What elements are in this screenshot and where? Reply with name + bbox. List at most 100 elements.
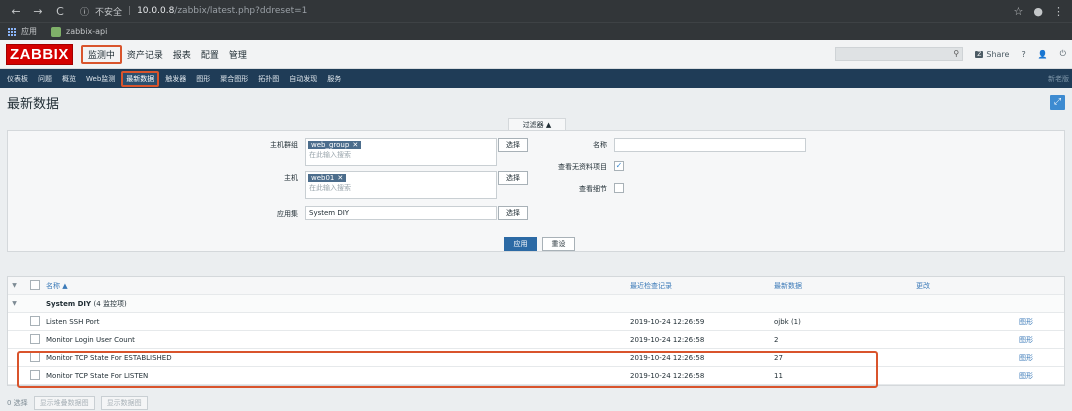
row-checkbox[interactable] — [30, 334, 40, 344]
host-group-multiselect[interactable]: web_group ✕ 在此输入搜索 — [305, 138, 497, 166]
highlight-annotation — [17, 351, 878, 388]
item-last-value: 2 — [774, 335, 779, 344]
submenu-maps[interactable]: 拓扑图 — [254, 72, 283, 86]
host-group-placeholder: 在此输入搜索 — [309, 151, 351, 159]
menu-kebab-icon[interactable]: ⋮ — [1053, 5, 1064, 18]
group-name: System DIY (4 监控项) — [46, 299, 127, 308]
group-expand-icon[interactable]: ▼ — [8, 300, 21, 307]
bookmark-star-icon[interactable]: ☆ — [1014, 5, 1024, 18]
submenu-overview[interactable]: 概览 — [58, 72, 80, 86]
name-label: 名称 — [593, 141, 607, 149]
user-profile-icon[interactable]: 👤 — [1038, 50, 1048, 59]
header-name[interactable]: 名称 ▲ — [46, 281, 68, 291]
item-graph-link[interactable]: 图形 — [1019, 371, 1033, 381]
submenu-services[interactable]: 服务 — [323, 72, 345, 86]
application-label: 应用集 — [277, 210, 298, 218]
remove-tag-icon: ✕ — [337, 174, 344, 182]
item-name: Monitor Login User Count — [46, 335, 135, 344]
bookmark-zabbix-api[interactable]: zabbix-api — [51, 26, 108, 37]
reload-icon[interactable]: C — [52, 5, 68, 18]
browser-toolbar: ← → C ⓘ 不安全 | 10.0.0.8 /zabbix/latest.ph… — [0, 0, 1072, 22]
selected-count: 0 选择 — [7, 399, 28, 407]
submenu-discovery[interactable]: 自动发现 — [285, 72, 321, 86]
share-icon: Z — [975, 50, 984, 58]
zabbix-header: ZABBIX 监测中 资产记录 报表 配置 管理 ⚲ Z Share ? 👤 ⏻ — [0, 40, 1072, 69]
share-label: Share — [986, 49, 1010, 59]
url-path: /zabbix/latest.php?ddreset=1 — [174, 6, 308, 16]
sub-menu: 仪表板 问题 概览 Web监测 最新数据 触发器 图形 聚合图形 拓扑图 自动发… — [0, 69, 1072, 88]
insecure-label: 不安全 — [95, 7, 123, 18]
application-group-row[interactable]: ▼ System DIY (4 监控项) — [8, 295, 1064, 313]
bookmark-zabbix-api-label: zabbix-api — [66, 27, 108, 36]
submenu-dashboard[interactable]: 仪表板 — [3, 72, 32, 86]
apply-button[interactable]: 应用 — [504, 237, 537, 251]
profile-icon[interactable]: ● — [1033, 5, 1043, 18]
host-group-tag[interactable]: web_group ✕ — [308, 141, 362, 149]
submenu-right-link[interactable]: 新老版 — [1048, 74, 1069, 84]
url-separator: | — [128, 6, 132, 16]
show-no-data-checkbox[interactable]: ✓ — [614, 161, 624, 171]
host-select-button[interactable]: 选择 — [498, 171, 528, 185]
submenu-problems[interactable]: 问题 — [34, 72, 56, 86]
fullscreen-icon[interactable]: ⤢ — [1050, 94, 1065, 110]
table-row: Monitor Login User Count 2019-10-24 12:2… — [8, 331, 1064, 349]
show-details-label: 查看细节 — [579, 185, 607, 193]
host-multiselect[interactable]: web01 ✕ 在此输入搜索 — [305, 171, 497, 199]
host-group-select-button[interactable]: 选择 — [498, 138, 528, 152]
zabbix-api-favicon-icon — [51, 26, 61, 37]
reset-button[interactable]: 重设 — [542, 237, 575, 251]
bookmark-apps-label: 应用 — [21, 27, 37, 36]
search-icon[interactable]: ⚲ — [953, 49, 959, 58]
submenu-triggers[interactable]: 触发器 — [161, 72, 190, 86]
menu-administration[interactable]: 管理 — [224, 46, 252, 63]
header-last-value: 最新数据 — [774, 281, 802, 290]
row-checkbox[interactable] — [30, 316, 40, 326]
help-icon[interactable]: ? — [1021, 50, 1025, 59]
insecure-icon: ⓘ — [80, 7, 90, 18]
select-all-checkbox[interactable] — [30, 280, 40, 290]
item-last-check: 2019-10-24 12:26:58 — [630, 335, 705, 344]
page-title: 最新数据 — [7, 96, 60, 112]
graph-button[interactable]: 显示数据图 — [100, 396, 148, 410]
name-input[interactable] — [614, 138, 806, 152]
global-search-input[interactable]: ⚲ — [835, 47, 964, 61]
address-bar[interactable]: ⓘ 不安全 | 10.0.0.8 /zabbix/latest.php?ddre… — [80, 5, 1014, 18]
show-details-checkbox[interactable] — [614, 183, 624, 193]
item-graph-link[interactable]: 图形 — [1019, 317, 1033, 327]
header-change: 更改 — [916, 281, 930, 290]
table-row: Listen SSH Port 2019-10-24 12:26:59 ojbk… — [8, 313, 1064, 331]
bookmarks-bar: 应用 zabbix-api — [0, 22, 1072, 40]
item-last-check: 2019-10-24 12:26:59 — [630, 317, 705, 326]
submenu-latest-data[interactable]: 最新数据 — [121, 70, 160, 87]
item-graph-link[interactable]: 图形 — [1019, 353, 1033, 363]
item-last-value: ojbk (1) — [774, 317, 801, 326]
stacked-graph-button[interactable]: 显示堆叠数据图 — [33, 396, 95, 410]
filter-panel: 主机群组 web_group ✕ 在此输入搜索 选择 主机 web01 ✕ 在此输入… — [7, 130, 1065, 252]
back-icon[interactable]: ← — [8, 5, 24, 18]
host-tag[interactable]: web01 ✕ — [308, 174, 347, 182]
header-last-check[interactable]: 最近检查记录 — [630, 281, 672, 291]
apps-grid-icon — [8, 27, 16, 36]
collapse-all-icon[interactable]: ▼ — [8, 282, 21, 289]
application-select-button[interactable]: 选择 — [498, 206, 528, 220]
item-name: Listen SSH Port — [46, 317, 100, 326]
submenu-graphs[interactable]: 图形 — [192, 72, 214, 86]
menu-monitoring[interactable]: 监测中 — [80, 44, 122, 64]
host-placeholder: 在此输入搜索 — [309, 184, 351, 192]
table-header-row: ▼ 名称 ▲ 最近检查记录 最新数据 更改 — [8, 277, 1064, 295]
menu-reports[interactable]: 报表 — [168, 46, 196, 63]
menu-configuration[interactable]: 配置 — [196, 46, 224, 63]
main-menu: 监测中 资产记录 报表 配置 管理 — [80, 44, 252, 64]
zabbix-logo[interactable]: ZABBIX — [6, 43, 73, 65]
url-host: 10.0.0.8 — [137, 6, 175, 16]
share-link[interactable]: Z Share — [975, 50, 1009, 59]
bookmark-apps[interactable]: 应用 — [8, 26, 37, 37]
menu-inventory[interactable]: 资产记录 — [122, 46, 168, 63]
submenu-screens[interactable]: 聚合图形 — [216, 72, 252, 86]
application-input[interactable]: System DIY — [305, 206, 497, 220]
forward-icon[interactable]: → — [30, 5, 46, 18]
host-label: 主机 — [284, 174, 298, 182]
item-graph-link[interactable]: 图形 — [1019, 335, 1033, 345]
logout-icon[interactable]: ⏻ — [1060, 49, 1066, 59]
submenu-web[interactable]: Web监测 — [82, 72, 119, 86]
